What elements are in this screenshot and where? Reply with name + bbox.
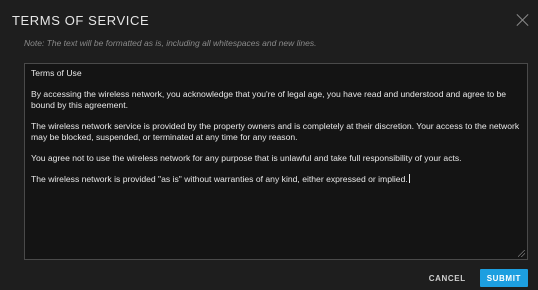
resize-handle-icon[interactable] [518,250,525,257]
terms-textarea-container[interactable]: Terms of Use By accessing the wireless n… [24,63,528,260]
terms-of-service-dialog: TERMS OF SERVICE Note: The text will be … [0,0,538,290]
terms-textarea[interactable]: Terms of Use By accessing the wireless n… [25,64,527,259]
dialog-footer: CANCEL SUBMIT [425,268,528,288]
cancel-button[interactable]: CANCEL [425,269,470,287]
text-caret [408,173,410,183]
dialog-header: TERMS OF SERVICE [12,10,532,30]
terms-text: Terms of Use By accessing the wireless n… [31,68,520,184]
submit-button[interactable]: SUBMIT [479,269,528,287]
close-icon[interactable] [516,13,530,27]
formatting-note: Note: The text will be formatted as is, … [24,38,317,48]
dialog-title: TERMS OF SERVICE [12,12,150,28]
